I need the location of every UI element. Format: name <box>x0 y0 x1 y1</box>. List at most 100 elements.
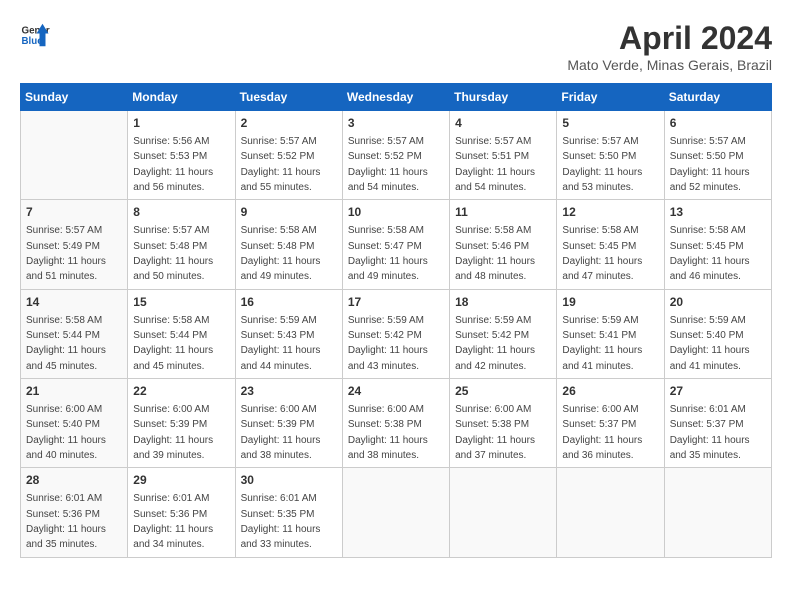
day-info: Sunrise: 5:57 AM Sunset: 5:51 PM Dayligh… <box>455 136 535 193</box>
day-number: 18 <box>455 294 551 311</box>
day-info: Sunrise: 6:01 AM Sunset: 5:36 PM Dayligh… <box>26 493 106 550</box>
day-number: 20 <box>670 294 766 311</box>
day-info: Sunrise: 6:00 AM Sunset: 5:37 PM Dayligh… <box>562 404 642 461</box>
day-info: Sunrise: 6:00 AM Sunset: 5:39 PM Dayligh… <box>241 404 321 461</box>
day-number: 29 <box>133 472 229 489</box>
day-info: Sunrise: 5:57 AM Sunset: 5:52 PM Dayligh… <box>241 136 321 193</box>
calendar-cell: 30 Sunrise: 6:01 AM Sunset: 5:35 PM Dayli… <box>235 468 342 557</box>
calendar-cell: 12Sunrise: 5:58 AM Sunset: 5:45 PM Dayli… <box>557 200 664 289</box>
calendar-cell: 29 Sunrise: 6:01 AM Sunset: 5:36 PM Dayli… <box>128 468 235 557</box>
weekday-header-monday: Monday <box>128 84 235 111</box>
calendar-cell <box>342 468 449 557</box>
day-number: 2 <box>241 115 337 132</box>
calendar-cell: 23 Sunrise: 6:00 AM Sunset: 5:39 PM Dayli… <box>235 379 342 468</box>
day-number: 19 <box>562 294 658 311</box>
day-number: 1 <box>133 115 229 132</box>
calendar-cell <box>21 111 128 200</box>
calendar-cell: 19 Sunrise: 5:59 AM Sunset: 5:41 PM Dayli… <box>557 289 664 378</box>
day-number: 28 <box>26 472 122 489</box>
day-number: 15 <box>133 294 229 311</box>
day-info: Sunrise: 5:59 AM Sunset: 5:42 PM Dayligh… <box>348 315 428 372</box>
calendar-cell: 28 Sunrise: 6:01 AM Sunset: 5:36 PM Dayli… <box>21 468 128 557</box>
calendar-cell: 15 Sunrise: 5:58 AM Sunset: 5:44 PM Dayli… <box>128 289 235 378</box>
day-info: Sunrise: 5:59 AM Sunset: 5:42 PM Dayligh… <box>455 315 535 372</box>
day-number: 23 <box>241 383 337 400</box>
calendar-cell: 17Sunrise: 5:59 AM Sunset: 5:42 PM Dayli… <box>342 289 449 378</box>
day-number: 26 <box>562 383 658 400</box>
title-block: April 2024 Mato Verde, Minas Gerais, Bra… <box>567 20 772 73</box>
calendar-cell: 8 Sunrise: 5:57 AM Sunset: 5:48 PM Daylig… <box>128 200 235 289</box>
calendar-cell: 27Sunrise: 6:01 AM Sunset: 5:37 PM Dayli… <box>664 379 771 468</box>
day-info: Sunrise: 5:58 AM Sunset: 5:45 PM Dayligh… <box>670 225 750 282</box>
day-number: 10 <box>348 204 444 221</box>
calendar-table: SundayMondayTuesdayWednesdayThursdayFrid… <box>20 83 772 558</box>
page-header: General Blue April 2024 Mato Verde, Mina… <box>20 20 772 73</box>
calendar-cell: 6 Sunrise: 5:57 AM Sunset: 5:50 PM Daylig… <box>664 111 771 200</box>
day-number: 25 <box>455 383 551 400</box>
day-info: Sunrise: 5:59 AM Sunset: 5:43 PM Dayligh… <box>241 315 321 372</box>
day-number: 24 <box>348 383 444 400</box>
day-info: Sunrise: 5:57 AM Sunset: 5:50 PM Dayligh… <box>562 136 642 193</box>
month-title: April 2024 <box>567 20 772 57</box>
calendar-cell: 22Sunrise: 6:00 AM Sunset: 5:39 PM Dayli… <box>128 379 235 468</box>
calendar-cell: 25 Sunrise: 6:00 AM Sunset: 5:38 PM Dayli… <box>450 379 557 468</box>
calendar-cell: 11 Sunrise: 5:58 AM Sunset: 5:46 PM Dayli… <box>450 200 557 289</box>
day-info: Sunrise: 5:57 AM Sunset: 5:48 PM Dayligh… <box>133 225 213 282</box>
day-number: 11 <box>455 204 551 221</box>
day-info: Sunrise: 6:00 AM Sunset: 5:38 PM Dayligh… <box>455 404 535 461</box>
day-info: Sunrise: 5:58 AM Sunset: 5:45 PM Dayligh… <box>562 225 642 282</box>
weekday-header-tuesday: Tuesday <box>235 84 342 111</box>
day-info: Sunrise: 6:01 AM Sunset: 5:37 PM Dayligh… <box>670 404 750 461</box>
day-info: Sunrise: 6:01 AM Sunset: 5:36 PM Dayligh… <box>133 493 213 550</box>
calendar-cell: 3 Sunrise: 5:57 AM Sunset: 5:52 PM Daylig… <box>342 111 449 200</box>
day-info: Sunrise: 5:58 AM Sunset: 5:47 PM Dayligh… <box>348 225 428 282</box>
day-number: 3 <box>348 115 444 132</box>
day-info: Sunrise: 5:56 AM Sunset: 5:53 PM Dayligh… <box>133 136 213 193</box>
logo: General Blue <box>20 20 50 50</box>
day-number: 6 <box>670 115 766 132</box>
day-number: 8 <box>133 204 229 221</box>
day-number: 5 <box>562 115 658 132</box>
day-number: 14 <box>26 294 122 311</box>
weekday-header-wednesday: Wednesday <box>342 84 449 111</box>
day-info: Sunrise: 5:57 AM Sunset: 5:49 PM Dayligh… <box>26 225 106 282</box>
day-info: Sunrise: 5:59 AM Sunset: 5:41 PM Dayligh… <box>562 315 642 372</box>
day-info: Sunrise: 5:57 AM Sunset: 5:52 PM Dayligh… <box>348 136 428 193</box>
day-number: 7 <box>26 204 122 221</box>
weekday-header-sunday: Sunday <box>21 84 128 111</box>
day-number: 30 <box>241 472 337 489</box>
day-info: Sunrise: 6:01 AM Sunset: 5:35 PM Dayligh… <box>241 493 321 550</box>
day-number: 9 <box>241 204 337 221</box>
day-number: 16 <box>241 294 337 311</box>
calendar-cell: 2 Sunrise: 5:57 AM Sunset: 5:52 PM Daylig… <box>235 111 342 200</box>
day-info: Sunrise: 6:00 AM Sunset: 5:39 PM Dayligh… <box>133 404 213 461</box>
day-number: 13 <box>670 204 766 221</box>
calendar-cell <box>450 468 557 557</box>
day-number: 4 <box>455 115 551 132</box>
weekday-header-friday: Friday <box>557 84 664 111</box>
weekday-header-saturday: Saturday <box>664 84 771 111</box>
day-info: Sunrise: 6:00 AM Sunset: 5:38 PM Dayligh… <box>348 404 428 461</box>
calendar-cell: 21Sunrise: 6:00 AM Sunset: 5:40 PM Dayli… <box>21 379 128 468</box>
day-number: 21 <box>26 383 122 400</box>
weekday-header-thursday: Thursday <box>450 84 557 111</box>
day-info: Sunrise: 5:57 AM Sunset: 5:50 PM Dayligh… <box>670 136 750 193</box>
calendar-cell: 1 Sunrise: 5:56 AM Sunset: 5:53 PM Daylig… <box>128 111 235 200</box>
logo-icon: General Blue <box>20 20 50 50</box>
calendar-cell: 4 Sunrise: 5:57 AM Sunset: 5:51 PM Daylig… <box>450 111 557 200</box>
day-info: Sunrise: 5:58 AM Sunset: 5:48 PM Dayligh… <box>241 225 321 282</box>
day-info: Sunrise: 5:58 AM Sunset: 5:46 PM Dayligh… <box>455 225 535 282</box>
day-info: Sunrise: 5:59 AM Sunset: 5:40 PM Dayligh… <box>670 315 750 372</box>
location: Mato Verde, Minas Gerais, Brazil <box>567 57 772 73</box>
calendar-cell: 16 Sunrise: 5:59 AM Sunset: 5:43 PM Dayli… <box>235 289 342 378</box>
calendar-cell: 5 Sunrise: 5:57 AM Sunset: 5:50 PM Daylig… <box>557 111 664 200</box>
day-info: Sunrise: 5:58 AM Sunset: 5:44 PM Dayligh… <box>133 315 213 372</box>
calendar-cell <box>557 468 664 557</box>
calendar-cell: 10 Sunrise: 5:58 AM Sunset: 5:47 PM Dayli… <box>342 200 449 289</box>
calendar-cell: 20 Sunrise: 5:59 AM Sunset: 5:40 PM Dayli… <box>664 289 771 378</box>
day-info: Sunrise: 5:58 AM Sunset: 5:44 PM Dayligh… <box>26 315 106 372</box>
calendar-cell: 13 Sunrise: 5:58 AM Sunset: 5:45 PM Dayli… <box>664 200 771 289</box>
calendar-cell: 24 Sunrise: 6:00 AM Sunset: 5:38 PM Dayli… <box>342 379 449 468</box>
calendar-cell: 18 Sunrise: 5:59 AM Sunset: 5:42 PM Dayli… <box>450 289 557 378</box>
calendar-cell: 7 Sunrise: 5:57 AM Sunset: 5:49 PM Daylig… <box>21 200 128 289</box>
